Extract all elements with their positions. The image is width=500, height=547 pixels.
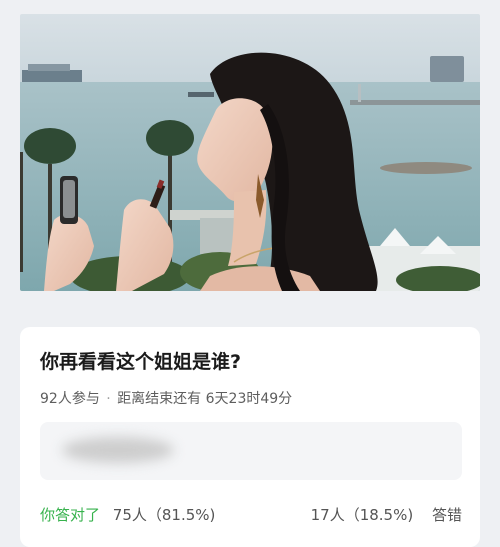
wrong-result: 17人（18.5%) 答错 xyxy=(311,504,462,525)
post-photo[interactable] xyxy=(20,14,480,291)
wrong-label: 答错 xyxy=(431,506,462,524)
correct-label: 你答对了 xyxy=(40,506,101,524)
poll-meta: 92人参与 · 距离结束还有 6天23时49分 xyxy=(40,388,292,408)
blurred-answer xyxy=(62,437,174,463)
poll-question: 你再看看这个姐姐是谁? xyxy=(40,351,242,373)
photo-scene xyxy=(20,14,480,291)
correct-result: 你答对了 75人（81.5%) xyxy=(40,504,215,525)
meta-separator: · xyxy=(106,391,111,407)
poll-results: 你答对了 75人（81.5%) 17人（18.5%) 答错 xyxy=(20,504,480,528)
poll-card: 你再看看这个姐姐是谁? 92人参与 · 距离结束还有 6天23时49分 你答对了… xyxy=(20,327,480,547)
poll-option[interactable] xyxy=(40,422,462,480)
participant-count: 92人参与 xyxy=(40,391,100,407)
wrong-stats: 17人（18.5%) xyxy=(310,506,414,524)
countdown-text: 距离结束还有 6天23时49分 xyxy=(117,391,293,407)
correct-stats: 75人（81.5%) xyxy=(112,506,216,524)
mirror-image xyxy=(60,176,78,224)
